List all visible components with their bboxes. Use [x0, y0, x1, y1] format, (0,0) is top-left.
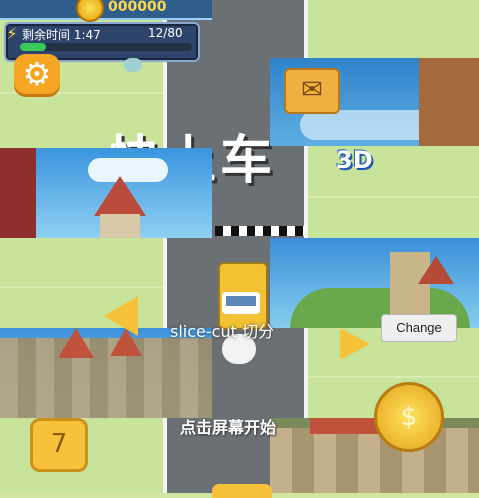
progress-fill	[20, 43, 46, 51]
cloud	[124, 58, 142, 72]
castle-stone	[0, 338, 212, 418]
hud-top-bar	[0, 0, 212, 20]
finish-line	[215, 226, 305, 236]
level-progress-count: 12/80	[148, 26, 183, 40]
slice-tile-castle-edge	[0, 148, 36, 238]
castle-wall	[419, 58, 479, 146]
lightning-icon: ⚡	[6, 24, 18, 43]
task-icon[interactable]: 7	[30, 418, 88, 472]
slice-caption: slice-cut 切分	[170, 322, 274, 341]
coin-count: 000000	[108, 0, 167, 15]
time-remaining: 剩余时间 1:47	[22, 28, 101, 42]
change-button[interactable]: Change	[381, 314, 457, 342]
slice-tile-tower	[36, 148, 212, 238]
arrow-left-icon[interactable]	[104, 296, 138, 336]
tower-body	[100, 214, 140, 238]
arrow-right-icon[interactable]	[340, 328, 370, 360]
mail-icon[interactable]: ✉	[284, 68, 340, 114]
truck-window	[226, 296, 256, 306]
tap-to-start-hint: 点击屏幕开始	[180, 418, 277, 437]
coin-shop-icon[interactable]: $	[374, 382, 444, 452]
slice-tile-castle-bottom	[270, 418, 479, 493]
bottom-tab[interactable]	[212, 484, 272, 498]
castle-stone	[270, 428, 479, 493]
tower-roof	[418, 256, 454, 284]
gear-icon[interactable]: ⚙	[14, 54, 60, 94]
tower-roof	[58, 328, 94, 358]
road-edge-left	[163, 0, 167, 493]
game-title-3d: 3D	[336, 146, 373, 174]
tower-roof	[94, 176, 146, 216]
